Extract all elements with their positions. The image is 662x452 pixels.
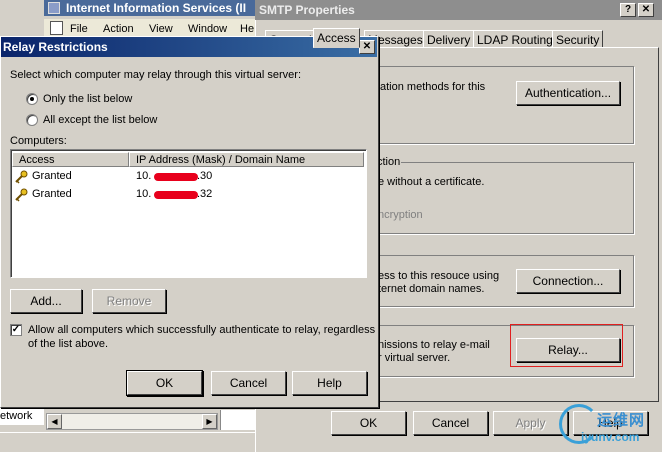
watermark-text: 运维网 bbox=[597, 412, 646, 429]
smtp-cancel-button[interactable]: Cancel bbox=[413, 411, 488, 435]
connection-description-2: ternet domain names. bbox=[378, 283, 485, 295]
ip-prefix: 10. bbox=[136, 188, 152, 200]
auth-description: ation methods for this bbox=[380, 81, 486, 93]
scroll-left-icon[interactable]: ◀ bbox=[47, 414, 62, 429]
iis-pane-fragment bbox=[220, 410, 256, 430]
menu-file[interactable]: File bbox=[70, 23, 88, 35]
column-ip-address[interactable]: IP Address (Mask) / Domain Name bbox=[129, 152, 364, 167]
connection-button[interactable]: Connection... bbox=[516, 269, 620, 293]
watermark-url: iyunv.com bbox=[581, 430, 640, 444]
computers-label: Computers: bbox=[10, 135, 67, 147]
iis-title-bar: Internet Information Services (II bbox=[44, 0, 264, 16]
mmc-document-icon[interactable] bbox=[50, 21, 63, 35]
menu-action[interactable]: Action bbox=[103, 23, 134, 35]
tree-item-network[interactable]: etwork bbox=[0, 410, 32, 422]
tree-pane-fragment: etwork bbox=[0, 405, 44, 425]
horizontal-scrollbar[interactable]: ◀ ▶ bbox=[46, 413, 218, 430]
secure-group-label: ction bbox=[376, 156, 402, 168]
ip-suffix: .30 bbox=[197, 170, 213, 182]
allow-auth-checkbox[interactable]: ✓ bbox=[10, 324, 22, 336]
ip-suffix: .32 bbox=[197, 188, 213, 200]
help-icon[interactable]: ? bbox=[620, 3, 636, 17]
relay-ok-button[interactable]: OK bbox=[127, 371, 202, 395]
secure-description: e without a certificate. bbox=[378, 176, 485, 188]
radio-only-list[interactable] bbox=[26, 93, 38, 105]
relay-prompt: Select which computer may relay through … bbox=[10, 69, 302, 81]
relay-description-2: r virtual server. bbox=[378, 352, 451, 364]
radio-all-except-label[interactable]: All except the list below bbox=[43, 114, 157, 126]
remove-button[interactable]: Remove bbox=[92, 289, 166, 313]
relay-help-button[interactable]: Help bbox=[292, 371, 367, 395]
menu-window[interactable]: Window bbox=[188, 23, 227, 35]
smtp-ok-button[interactable]: OK bbox=[331, 411, 406, 435]
tab-ldap-routing[interactable]: LDAP Routing bbox=[473, 30, 557, 48]
key-icon bbox=[15, 188, 28, 202]
ip-prefix: 10. bbox=[136, 170, 152, 182]
key-icon bbox=[15, 170, 28, 184]
iis-title-text: Internet Information Services (II bbox=[66, 1, 247, 15]
allow-auth-label-1[interactable]: Allow all computers which successfully a… bbox=[28, 324, 375, 336]
computers-list[interactable] bbox=[10, 149, 367, 278]
access-value: Granted bbox=[32, 170, 72, 182]
tab-security[interactable]: Security bbox=[552, 30, 604, 48]
scroll-right-icon[interactable]: ▶ bbox=[202, 414, 217, 429]
radio-all-except[interactable] bbox=[26, 114, 38, 126]
smtp-title-bar: SMTP Properties bbox=[255, 0, 662, 20]
allow-auth-label-2[interactable]: of the list above. bbox=[28, 338, 108, 350]
tab-access[interactable]: Access bbox=[313, 28, 360, 48]
encryption-label: ncryption bbox=[378, 209, 423, 221]
close-icon[interactable]: ✕ bbox=[638, 3, 654, 17]
relay-description-1: nissions to relay e-mail bbox=[378, 339, 490, 351]
connection-description-1: ess to this resouce using bbox=[378, 270, 500, 282]
redaction-mark bbox=[154, 173, 198, 181]
relay-title-text: Relay Restrictions bbox=[3, 40, 108, 54]
menu-help[interactable]: He bbox=[240, 23, 254, 35]
menu-view[interactable]: View bbox=[149, 23, 173, 35]
column-access[interactable]: Access bbox=[12, 152, 129, 167]
iis-app-icon bbox=[48, 2, 60, 14]
relay-close-icon[interactable]: ✕ bbox=[359, 40, 375, 54]
access-value: Granted bbox=[32, 188, 72, 200]
relay-highlight-box bbox=[510, 324, 623, 367]
relay-cancel-button[interactable]: Cancel bbox=[211, 371, 286, 395]
tab-delivery[interactable]: Delivery bbox=[423, 30, 475, 48]
radio-only-list-label[interactable]: Only the list below bbox=[43, 93, 132, 105]
smtp-title-text: SMTP Properties bbox=[259, 3, 355, 17]
smtp-apply-button[interactable]: Apply bbox=[493, 411, 568, 435]
redaction-mark bbox=[154, 191, 198, 199]
authentication-button[interactable]: Authentication... bbox=[516, 81, 620, 105]
add-button[interactable]: Add... bbox=[10, 289, 82, 313]
